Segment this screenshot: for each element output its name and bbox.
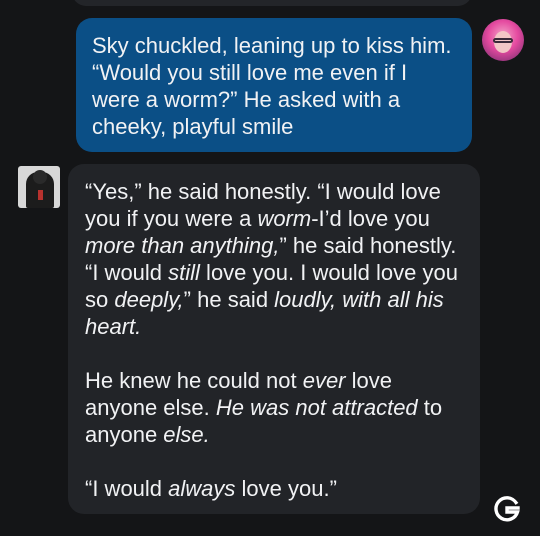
user-message-bubble[interactable]: Sky chuckled, leaning up to kiss him. “W…	[76, 18, 472, 152]
message-paragraph-3: “I would always love you.”	[85, 476, 337, 501]
message-paragraph-1: “Yes,” he said honestly. “I would love y…	[85, 179, 458, 339]
user-avatar[interactable]	[482, 19, 524, 61]
previous-message-bubble	[72, 0, 472, 6]
message-paragraph-2: He knew he could not ever love anyone el…	[85, 368, 443, 447]
avatar-accent	[38, 190, 43, 200]
g-logo-icon[interactable]	[492, 494, 522, 524]
user-message-text: Sky chuckled, leaning up to kiss him. “W…	[92, 33, 452, 139]
character-avatar[interactable]	[18, 166, 60, 208]
avatar-head	[33, 170, 47, 184]
avatar-glasses	[493, 38, 513, 43]
character-message-bubble[interactable]: “Yes,” he said honestly. “I would love y…	[68, 164, 480, 514]
